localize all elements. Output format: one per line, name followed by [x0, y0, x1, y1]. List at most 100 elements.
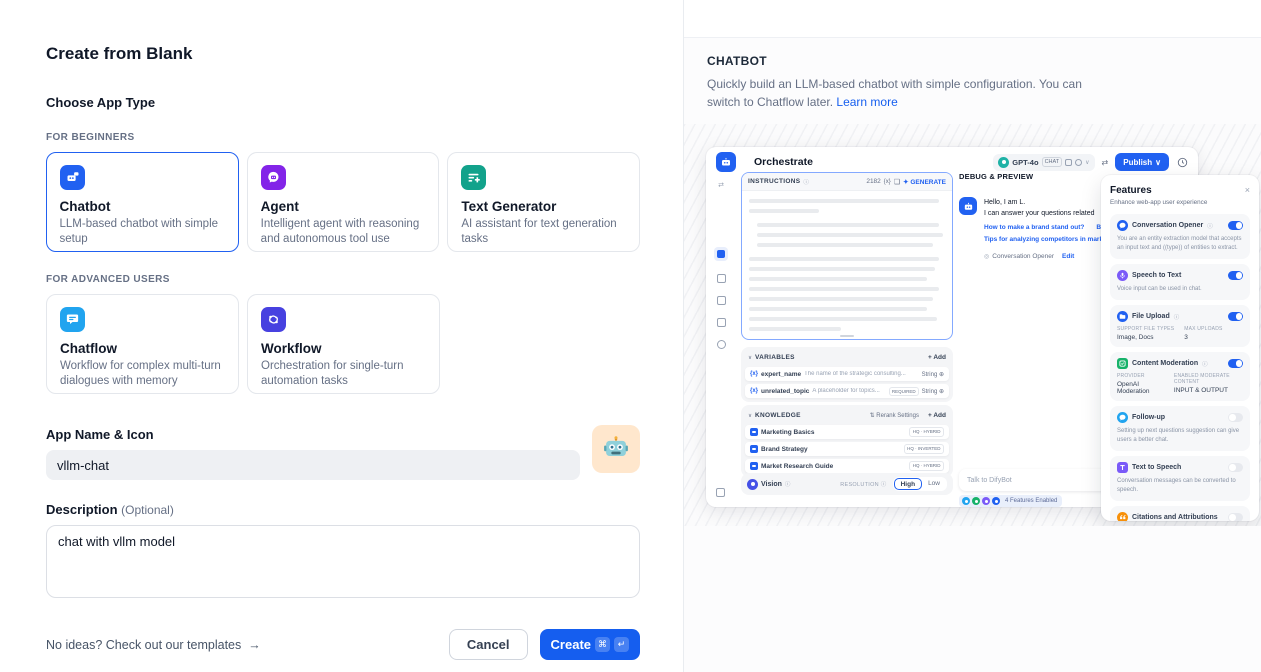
card-title: Text Generator — [461, 199, 626, 214]
feature-speech-to-text: Speech to Text Voice input can be used i… — [1110, 264, 1250, 300]
opener-chip-icon — [962, 497, 970, 505]
chatbot-heading: CHATBOT — [707, 54, 1261, 68]
required-badge: REQUIRED — [889, 387, 919, 396]
card-title: Chatflow — [60, 341, 225, 356]
workflow-icon — [261, 307, 286, 332]
variable-row: {x} unrelated_topic A placeholder for to… — [745, 384, 949, 398]
preview-publish-button: Publish∨ — [1115, 153, 1169, 171]
learn-more-link[interactable]: Learn more — [836, 95, 897, 109]
app-name-section: App Name & Icon — [46, 427, 640, 480]
knowledge-row: Market Research Guide HQ · HYBRID — [745, 459, 949, 473]
feature-text-to-speech: Text to Speech Conversation messages can… — [1110, 456, 1250, 501]
speech-chip-icon — [982, 497, 990, 505]
toggle-on — [1228, 271, 1243, 280]
citations-icon — [1117, 512, 1128, 521]
retrieval-tag: HQ · HYBRID — [909, 461, 944, 471]
arrow-right-icon: → — [248, 638, 261, 652]
opener-edit-link: Edit — [1062, 253, 1074, 260]
sidebar-bottom-icon — [716, 488, 725, 497]
card-title: Chatbot — [60, 199, 226, 214]
speech-to-text-icon — [1117, 270, 1128, 281]
close-icon: × — [1245, 185, 1250, 195]
optional-hint: (Optional) — [121, 503, 174, 517]
text-generator-icon — [461, 165, 486, 190]
page-title: Create from Blank — [46, 44, 640, 64]
file-upload-icon — [1117, 311, 1128, 322]
chevron-down-icon: ∨ — [1085, 159, 1089, 166]
preview-app-robot-icon — [716, 152, 736, 172]
create-from-blank-pane: Create from Blank Choose App Type FOR BE… — [0, 0, 683, 672]
card-title: Workflow — [261, 341, 426, 356]
knowledge-row: Brand Strategy HQ · INVERTED — [745, 442, 949, 456]
app-type-card-chatflow[interactable]: Chatflow Workflow for complex multi-turn… — [46, 294, 239, 394]
chatflow-icon — [60, 307, 85, 332]
opener-icon: ◎ — [984, 253, 989, 260]
retrieval-tag: HQ · INVERTED — [904, 444, 944, 454]
create-button[interactable]: Create⌘↵ — [540, 629, 640, 660]
info-icon: ⓘ — [1202, 360, 1208, 368]
bot-avatar — [959, 197, 977, 215]
card-desc: LLM-based chatbot with simple setup — [60, 217, 226, 247]
model-settings-icon — [1075, 159, 1082, 166]
feature-content-moderation: Content Moderation ⓘ PROVIDEROpenAI Mode… — [1110, 352, 1250, 401]
for-beginners-label: FOR BEGINNERS — [46, 132, 640, 143]
advanced-cards-row: Chatflow Workflow for complex multi-turn… — [46, 294, 640, 394]
cancel-button[interactable]: Cancel — [449, 629, 528, 660]
info-icon: ⓘ — [1174, 313, 1180, 321]
content-moderation-icon — [1117, 358, 1128, 369]
preview-variables-panel: ∨ VARIABLES + Add {x} expert_name The na… — [741, 347, 953, 402]
feature-conversation-opener: Conversation Opener ⓘ You are an entity … — [1110, 214, 1250, 259]
info-icon: ⓘ — [785, 480, 791, 488]
app-type-info-pane: CHATBOT Quickly build an LLM-based chatb… — [683, 0, 1261, 672]
preview-features-panel: Features × Enhance web-app user experien… — [1101, 175, 1259, 521]
card-desc: Orchestration for single-turn automation… — [261, 359, 426, 389]
info-icon: ⓘ — [803, 178, 809, 186]
app-type-card-text-generator[interactable]: Text Generator AI assistant for text gen… — [447, 152, 640, 252]
toggle-on — [1228, 312, 1243, 321]
knowledge-row: Marketing Basics HQ · HYBRID — [745, 425, 949, 439]
toggle-off — [1228, 513, 1243, 521]
description-textarea[interactable]: chat with vllm model — [46, 525, 640, 598]
resize-grip — [840, 335, 854, 337]
right-header-strip — [684, 0, 1261, 38]
collapse-caret-icon: ∨ — [748, 413, 752, 419]
follow-up-icon — [1117, 412, 1128, 423]
resolution-low-option: Low — [922, 478, 946, 490]
chatbot-preview-illustration: Orchestrate GPT-4o CHAT ∨ ⇄ Publish∨ — [684, 124, 1261, 526]
history-clock-icon — [1177, 157, 1188, 168]
app-type-card-chatbot[interactable]: Chatbot LLM-based chatbot with simple se… — [46, 152, 239, 252]
char-count: 2182 — [866, 178, 880, 185]
modal-footer: No ideas? Check out our templates → Canc… — [46, 629, 640, 660]
features-enabled-chips: 4 Features Enabled — [959, 495, 1062, 507]
preview-knowledge-panel: ∨ KNOWLEDGE ⇅ Rerank Settings + Add Mark… — [741, 405, 953, 477]
description-label: Description (Optional) — [46, 502, 640, 517]
toggle-off — [1228, 413, 1243, 422]
card-desc: Intelligent agent with reasoning and aut… — [261, 217, 426, 247]
app-icon-picker[interactable] — [592, 425, 640, 473]
templates-link[interactable]: No ideas? Check out our templates → — [46, 638, 261, 652]
model-param-icon — [1065, 159, 1072, 166]
toggle-on — [1228, 221, 1243, 230]
upload-chip-icon — [992, 497, 1000, 505]
enter-key-icon: ↵ — [614, 637, 629, 652]
sidebar-note-icon — [717, 318, 726, 327]
agent-icon — [261, 165, 286, 190]
preview-vision-row: Vision ⓘ RESOLUTION ⓘ High Low — [741, 473, 953, 495]
features-title: Features — [1110, 185, 1152, 196]
app-name-input[interactable] — [46, 450, 580, 480]
app-type-card-agent[interactable]: Agent Intelligent agent with reasoning a… — [247, 152, 440, 252]
card-desc: AI assistant for text generation tasks — [461, 217, 626, 247]
sidebar-document-icon — [717, 296, 726, 305]
vision-eye-icon — [747, 479, 758, 490]
app-type-card-workflow[interactable]: Workflow Orchestration for single-turn a… — [247, 294, 440, 394]
variable-row: {x} expert_name The name of the strategi… — [745, 367, 949, 381]
knowledge-doc-icon — [750, 428, 758, 436]
debug-title: DEBUG & PREVIEW — [959, 172, 1125, 181]
card-title: Agent — [261, 199, 426, 214]
robot-emoji-icon — [602, 435, 630, 463]
preview-app-title: Orchestrate — [754, 156, 813, 168]
copy-icon: ❏ — [894, 178, 900, 186]
preview-sidebar: ⇄ — [706, 179, 736, 507]
suggestion-link: How to make a brand stand out? — [984, 224, 1084, 231]
choose-app-type-label: Choose App Type — [46, 95, 640, 110]
